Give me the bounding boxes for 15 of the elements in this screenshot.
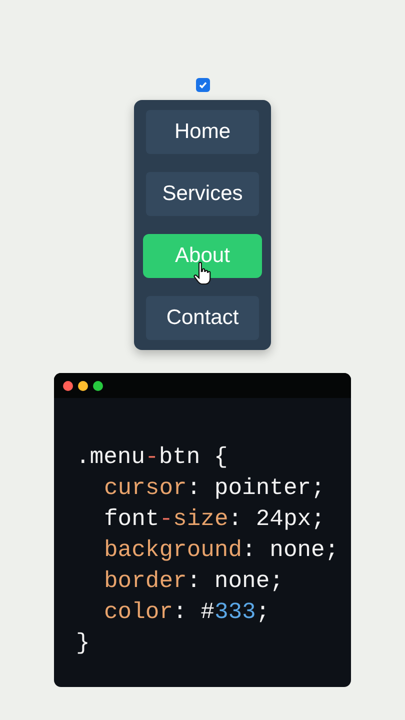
- code-line: .menu-btn {: [76, 443, 228, 472]
- code-line: background: none;: [103, 536, 339, 565]
- window-dot-icon: [63, 380, 73, 390]
- code-line: color: #333;: [103, 598, 270, 627]
- menu-button[interactable]: Contact: [146, 296, 259, 340]
- code-line: font-size: 24px;: [103, 505, 325, 534]
- window-dot-icon: [93, 380, 103, 390]
- code-line: border: none;: [103, 567, 284, 596]
- checkbox[interactable]: [196, 78, 210, 92]
- menu-button[interactable]: Home: [146, 110, 259, 154]
- code-line: }: [76, 629, 90, 658]
- checkmark-icon: [198, 80, 208, 90]
- menu-button[interactable]: Services: [146, 172, 259, 216]
- code-line: cursor: pointer;: [103, 474, 325, 503]
- window-dot-icon: [78, 380, 88, 390]
